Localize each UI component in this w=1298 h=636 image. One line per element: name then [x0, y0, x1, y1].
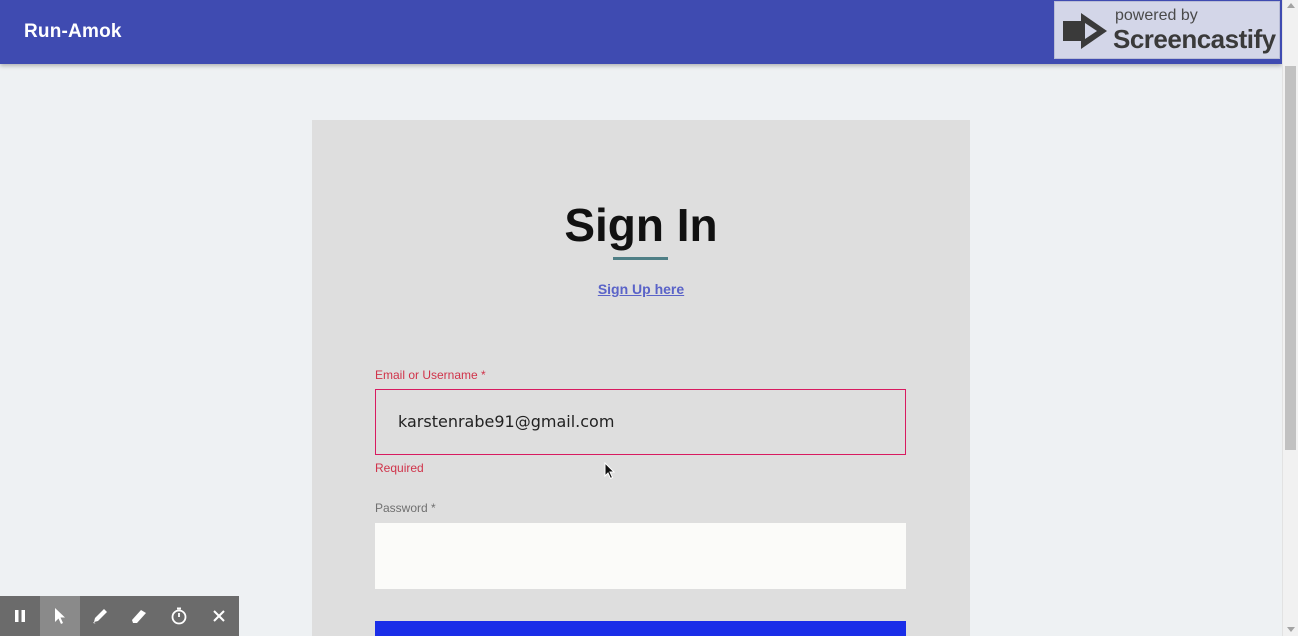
watermark-powered-by: powered by: [1115, 7, 1198, 24]
email-error-text: Required: [375, 461, 424, 475]
title-underline: [613, 257, 668, 260]
eraser-tool-button[interactable]: [119, 596, 159, 636]
watermark-brand: Screencastify: [1113, 24, 1276, 54]
sign-up-link[interactable]: Sign Up here: [312, 281, 970, 297]
close-toolbar-button[interactable]: [199, 596, 239, 636]
close-icon: [213, 610, 225, 622]
page-title: Sign In: [564, 199, 718, 251]
email-field[interactable]: karstenrabe91@gmail.com: [375, 389, 906, 455]
timer-icon: [171, 607, 187, 625]
cursor-tool-button[interactable]: [39, 596, 80, 636]
sign-in-card: Sign In Sign Up here Email or Username *…: [312, 120, 970, 636]
vertical-scrollbar[interactable]: [1282, 0, 1298, 636]
scroll-up-icon[interactable]: [1287, 3, 1295, 8]
recorder-toolbar: [0, 596, 239, 636]
pause-button[interactable]: [0, 596, 40, 636]
screencastify-logo-icon: [1063, 13, 1107, 49]
pen-icon: [92, 609, 107, 624]
email-label: Email or Username *: [375, 368, 486, 382]
password-label: Password *: [375, 501, 436, 515]
sign-in-button[interactable]: [375, 621, 906, 636]
timer-tool-button[interactable]: [159, 596, 199, 636]
screencastify-watermark: powered by Screencastify: [1054, 1, 1280, 59]
mouse-cursor-icon: [604, 462, 616, 480]
scroll-thumb[interactable]: [1285, 66, 1296, 450]
app-title[interactable]: Run-Amok: [24, 21, 122, 43]
pause-icon: [14, 610, 25, 622]
password-field[interactable]: [375, 523, 906, 589]
cursor-icon: [54, 608, 65, 624]
scroll-down-icon[interactable]: [1287, 627, 1295, 632]
eraser-icon: [132, 610, 147, 623]
pen-tool-button[interactable]: [80, 596, 120, 636]
app-bar: Run-Amok powered by Screencastify: [0, 0, 1282, 64]
